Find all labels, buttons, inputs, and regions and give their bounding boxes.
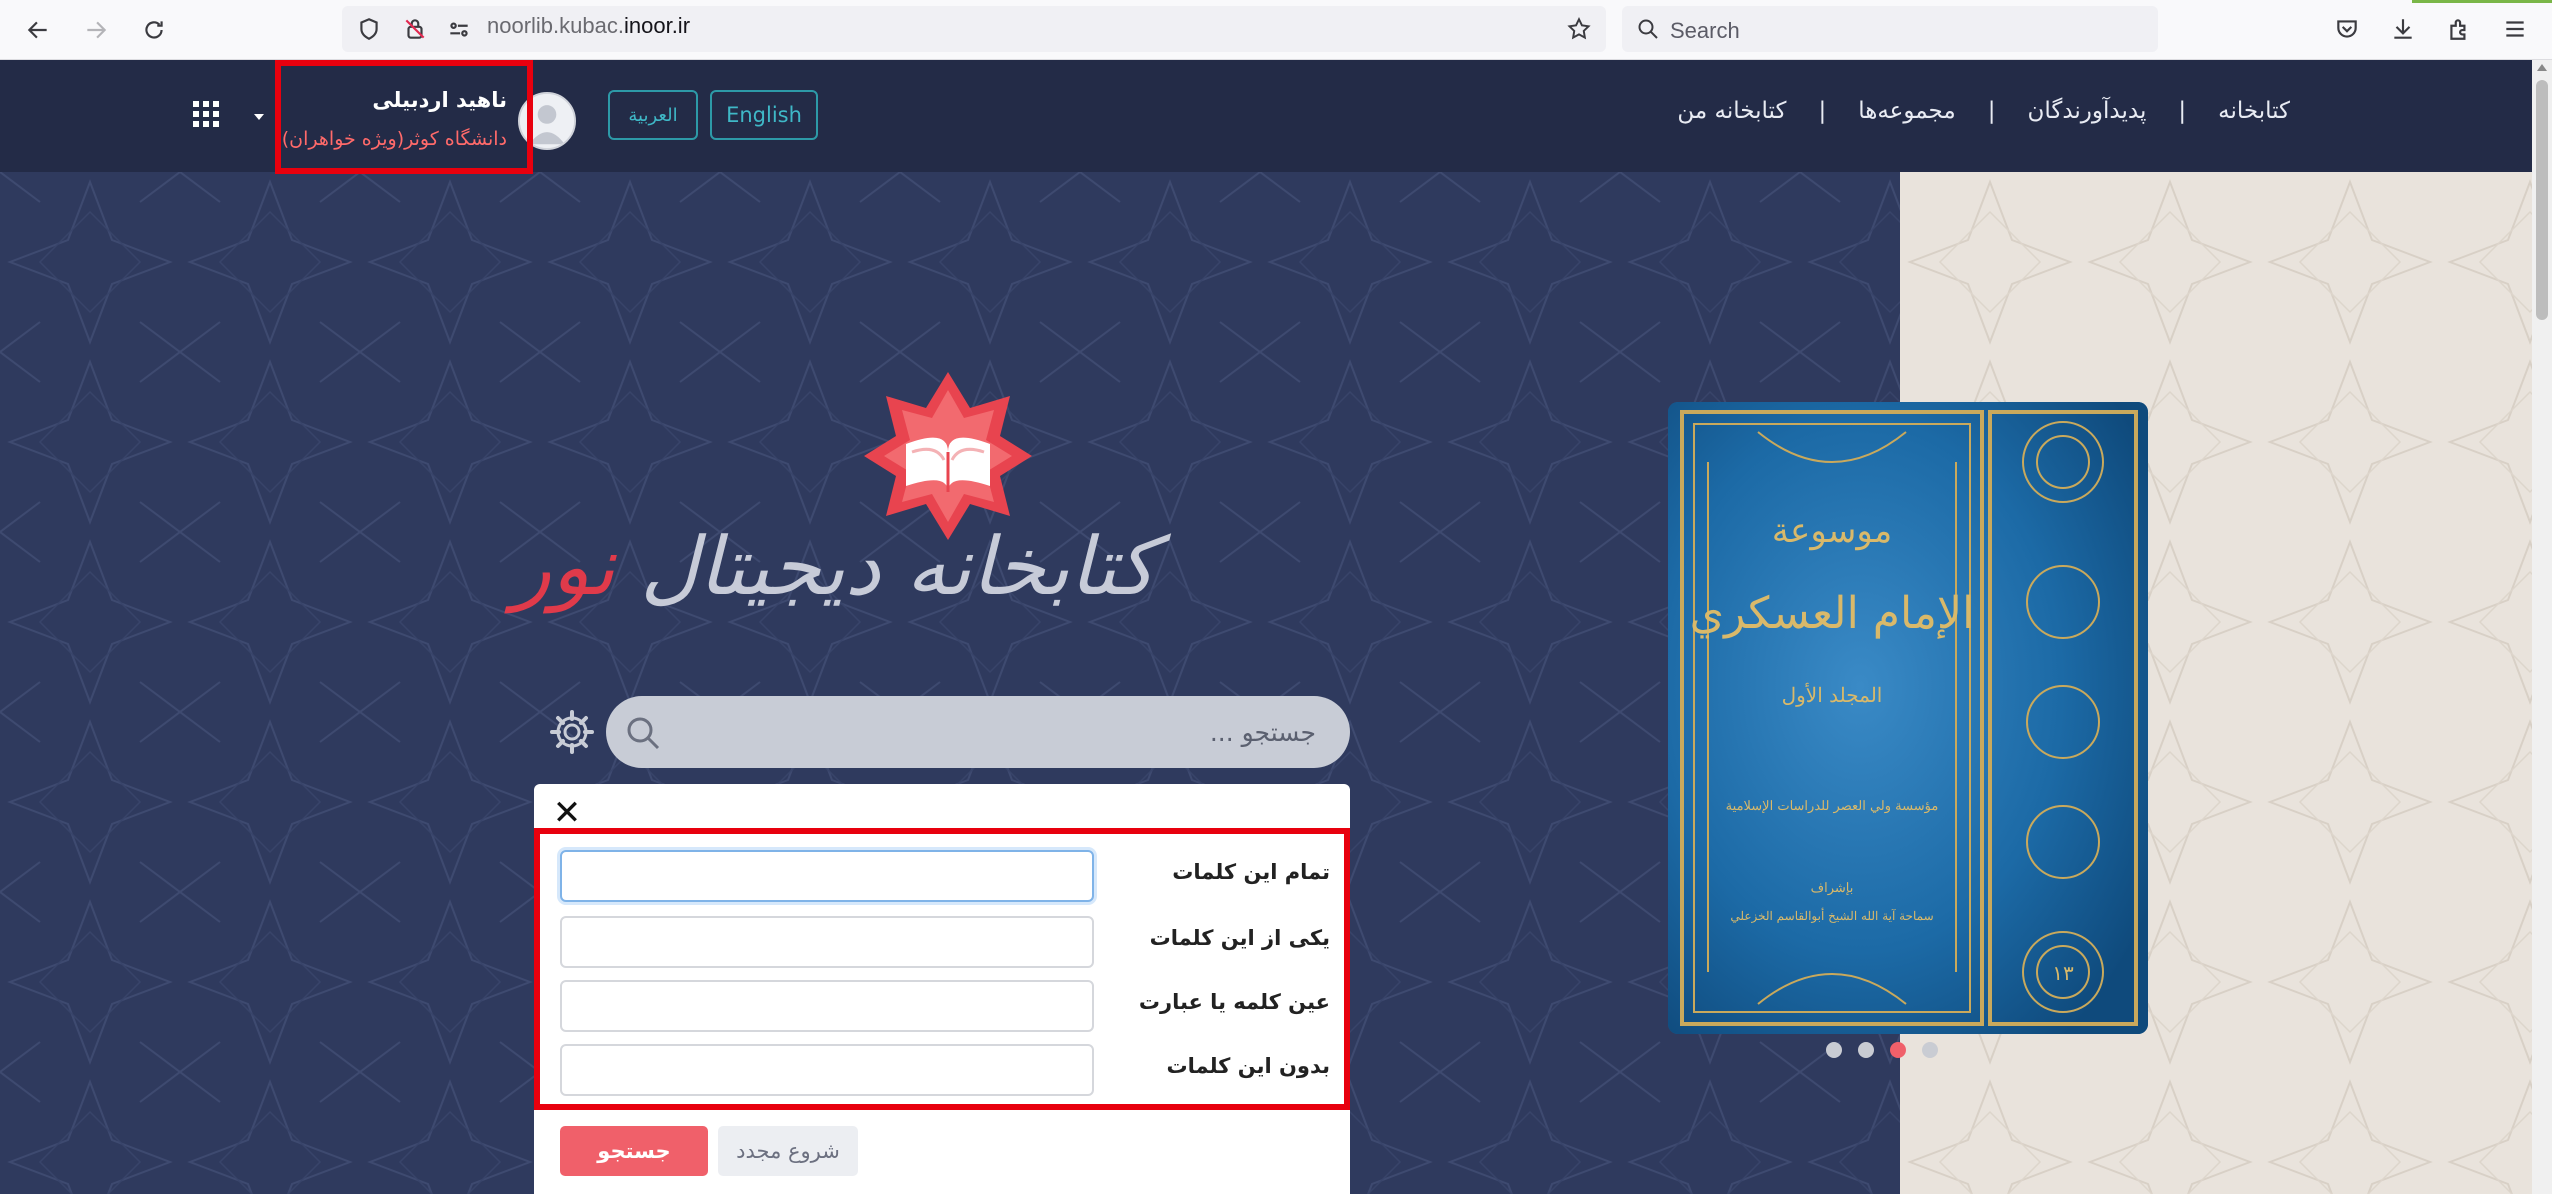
- browser-accent-strip: [2412, 0, 2552, 3]
- any-words-row: یکی از این کلمات: [560, 916, 1330, 968]
- url-prefix: noorlib.kubac.: [487, 13, 624, 38]
- nav-my-library[interactable]: کتابخانه من: [1645, 98, 1818, 124]
- shield-icon[interactable]: [354, 14, 384, 44]
- main-search-input[interactable]: [676, 708, 1316, 756]
- carousel-dot[interactable]: [1858, 1042, 1874, 1058]
- user-menu-caret-icon[interactable]: [254, 114, 264, 120]
- noor-library-logo-icon: [864, 372, 1032, 540]
- close-icon[interactable]: ✕: [552, 796, 582, 830]
- apps-grid-icon[interactable]: [193, 101, 219, 127]
- downloads-icon[interactable]: [2388, 14, 2418, 44]
- search-icon[interactable]: [624, 714, 662, 752]
- carousel-dot[interactable]: [1922, 1042, 1938, 1058]
- nav-authors[interactable]: پدیدآورندگان: [1995, 98, 2178, 124]
- scroll-up-arrow-icon[interactable]: [2537, 64, 2547, 71]
- main-nav: کتابخانه | پدیدآورندگان | مجموعه‌ها | کت…: [1645, 98, 2322, 124]
- book-publisher: مؤسسة ولي العصر للدراسات الإسلامية: [1726, 799, 1939, 814]
- page-scrollbar[interactable]: [2532, 60, 2552, 1194]
- forward-icon[interactable]: [78, 12, 114, 48]
- exclude-words-row: بدون این کلمات: [560, 1044, 1330, 1096]
- scrollbar-thumb[interactable]: [2536, 80, 2548, 320]
- menu-icon[interactable]: [2500, 14, 2530, 44]
- featured-book-cover[interactable]: موسوعة الإمام العسكري المجلد الأول مؤسسة…: [1668, 402, 2148, 1034]
- nav-separator: |: [1987, 98, 1996, 124]
- all-words-row: تمام این کلمات: [560, 850, 1330, 902]
- advanced-search-panel: ✕ تمام این کلمات یکی از این کلمات عین کل…: [534, 784, 1350, 1194]
- book-number: ١٣: [2052, 961, 2074, 985]
- nav-separator: |: [2178, 98, 2187, 124]
- arabic-language-button[interactable]: العربية: [608, 90, 698, 140]
- carousel-dot-active[interactable]: [1890, 1042, 1906, 1058]
- english-language-button[interactable]: English: [710, 90, 818, 140]
- exclude-words-field[interactable]: [560, 1044, 1094, 1096]
- browser-toolbar: noorlib.kubac.inoor.ir Search: [0, 0, 2552, 60]
- url-domain: inoor.ir: [623, 13, 691, 38]
- user-profile-highlight[interactable]: ناهید اردبیلی دانشگاه کوثر(ویژه خواهران): [275, 60, 533, 174]
- logo-title-accent: نور: [512, 520, 615, 613]
- book-volume: المجلد الأول: [1782, 682, 1883, 707]
- insecure-lock-icon[interactable]: [400, 14, 430, 44]
- user-name: ناهید اردبیلی: [372, 88, 507, 112]
- any-words-field[interactable]: [560, 916, 1094, 968]
- exact-phrase-row: عین کلمه یا عبارت: [560, 980, 1330, 1032]
- reload-icon[interactable]: [136, 12, 172, 48]
- user-organization: دانشگاه کوثر(ویژه خواهران): [281, 128, 507, 150]
- exclude-words-label: بدون این کلمات: [1166, 1054, 1330, 1078]
- book-supervisor-label: بإشراف: [1811, 881, 1854, 896]
- url-text[interactable]: noorlib.kubac.inoor.ir: [487, 13, 690, 39]
- browser-search-field[interactable]: Search: [1622, 6, 2158, 52]
- book-title-line1: موسوعة: [1772, 511, 1892, 551]
- extensions-icon[interactable]: [2444, 14, 2474, 44]
- bookmark-star-icon[interactable]: [1564, 14, 1594, 44]
- back-icon[interactable]: [20, 12, 56, 48]
- pocket-icon[interactable]: [2332, 14, 2362, 44]
- book-supervisor-name: سماحة آية الله الشيخ أبوالقاسم الخزعلي: [1730, 908, 1933, 923]
- browser-search-placeholder: Search: [1670, 18, 1740, 43]
- book-title-line2: الإمام العسكري: [1690, 588, 1975, 639]
- all-words-field[interactable]: [560, 850, 1094, 902]
- carousel-dots: [1826, 1042, 1938, 1058]
- reset-button[interactable]: شروع مجدد: [718, 1126, 858, 1176]
- permissions-icon[interactable]: [444, 14, 474, 44]
- main-search-bar: [606, 696, 1350, 768]
- search-settings-gear-icon[interactable]: [548, 708, 596, 756]
- advanced-search-button[interactable]: جستجو: [560, 1126, 708, 1176]
- nav-library[interactable]: کتابخانه: [2186, 98, 2322, 124]
- all-words-label: تمام این کلمات: [1172, 860, 1330, 884]
- exact-phrase-field[interactable]: [560, 980, 1094, 1032]
- library-logo-title: کتابخانه دیجیتال نور: [513, 520, 1156, 640]
- carousel-dot[interactable]: [1826, 1042, 1842, 1058]
- exact-phrase-label: عین کلمه یا عبارت: [1138, 990, 1330, 1014]
- logo-title-main: کتابخانه دیجیتال: [640, 520, 1156, 613]
- advanced-search-fields-highlight: تمام این کلمات یکی از این کلمات عین کلمه…: [534, 828, 1350, 1110]
- any-words-label: یکی از این کلمات: [1149, 926, 1330, 950]
- nav-separator: |: [1818, 98, 1827, 124]
- site-header: کتابخانه | پدیدآورندگان | مجموعه‌ها | کت…: [0, 60, 2532, 174]
- search-icon: [1638, 19, 1658, 39]
- nav-collections[interactable]: مجموعه‌ها: [1826, 98, 1988, 124]
